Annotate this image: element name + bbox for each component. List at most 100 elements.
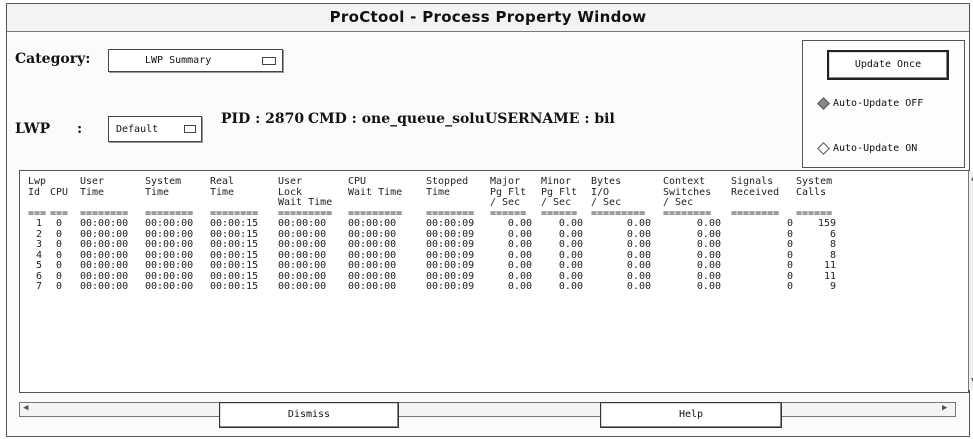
table-header-cell: User bbox=[278, 176, 303, 187]
lwp-table: Lwp User System Real User CPU Stopped Major Mino… bbox=[19, 170, 973, 393]
auto-update-on-radio[interactable]: Auto-Update ON bbox=[817, 142, 918, 155]
table-header-cell: Time bbox=[80, 186, 105, 198]
table-header-cell: CPU bbox=[348, 176, 367, 187]
table-cell: 00:00:00 bbox=[80, 281, 129, 292]
table-cell: 0 bbox=[55, 281, 62, 292]
table-cell: 3 bbox=[35, 239, 42, 250]
table-cell: 00:00:00 bbox=[278, 260, 327, 271]
table-cell: 00:00:15 bbox=[210, 239, 259, 250]
lwp-option-menu[interactable]: Default bbox=[108, 116, 202, 142]
table-cell: 00:00:00 bbox=[278, 239, 327, 250]
table-header-cell: CPU bbox=[50, 186, 69, 198]
table-cell: 0.00 bbox=[507, 218, 532, 229]
table-cell: 0.00 bbox=[696, 239, 721, 250]
table-header-cell: Id bbox=[28, 186, 41, 198]
table-header-cell: Context bbox=[663, 176, 706, 187]
table-cell: 0 bbox=[55, 260, 62, 271]
table-cell: 0 bbox=[786, 260, 793, 271]
table-cell: 0 bbox=[786, 281, 793, 292]
table-cell: 00:00:00 bbox=[145, 260, 194, 271]
table-cell: 00:00:09 bbox=[426, 260, 475, 271]
table-header-cell: Wait Time bbox=[348, 186, 403, 198]
table-header-cell: Wait Time bbox=[278, 197, 333, 208]
table-cell: 0 bbox=[786, 239, 793, 250]
table-cell: 0.00 bbox=[696, 281, 721, 292]
table-header-cell: System bbox=[796, 176, 833, 187]
table-cell: 00:00:00 bbox=[145, 281, 194, 292]
category-label: Category: bbox=[15, 51, 91, 67]
table-cell: 0.00 bbox=[507, 239, 532, 250]
table-header-cell: Major bbox=[490, 176, 521, 187]
table-cell: 5 bbox=[35, 260, 42, 271]
table-cell: 00:00:00 bbox=[145, 239, 194, 250]
table-header-cell: Lwp bbox=[28, 176, 47, 187]
lwp-value: Default bbox=[116, 123, 159, 135]
table-cell: 00:00:15 bbox=[210, 218, 259, 229]
process-property-window: ProCtool - Process Property Window Categ… bbox=[6, 3, 973, 437]
help-button[interactable]: Help bbox=[600, 402, 782, 428]
table-cell: 00:00:00 bbox=[278, 281, 327, 292]
lwp-colon: : bbox=[77, 121, 83, 137]
table-header-cell: System bbox=[145, 176, 182, 187]
table-header-cell: / Sec bbox=[490, 197, 521, 208]
horizontal-scrollbar[interactable]: ◀ ▶ bbox=[19, 402, 956, 417]
table-header-cell: Time bbox=[210, 186, 235, 198]
table-cell: 00:00:09 bbox=[426, 281, 475, 292]
vertical-scrollbar[interactable]: ▲ ▼ bbox=[968, 171, 973, 390]
table-header-cell: Real bbox=[210, 176, 235, 187]
table-cell: 0.00 bbox=[626, 281, 651, 292]
auto-update-off-radio[interactable]: Auto-Update OFF bbox=[817, 97, 924, 110]
table-cell: 0.00 bbox=[558, 239, 583, 250]
cmd-text: CMD : one_queue_solu bbox=[308, 111, 485, 127]
table-cell: 0.00 bbox=[626, 260, 651, 271]
category-value: LWP Summary bbox=[145, 55, 212, 66]
table-cell: 00:00:00 bbox=[348, 239, 397, 250]
table-cell: 0 bbox=[786, 218, 793, 229]
table-cell: 00:00:09 bbox=[426, 239, 475, 250]
table-header-cell: / Sec bbox=[663, 197, 694, 208]
table-header-cell: Stopped bbox=[426, 176, 469, 187]
table-header-cell: Bytes bbox=[591, 176, 622, 187]
radio-unselected-icon bbox=[817, 142, 830, 155]
category-option-menu[interactable]: LWP Summary bbox=[108, 49, 283, 72]
auto-update-on-label: Auto-Update ON bbox=[833, 143, 918, 154]
update-once-button[interactable]: Update Once bbox=[827, 50, 949, 80]
table-cell: 159 bbox=[817, 218, 836, 229]
table-cell: 00:00:00 bbox=[348, 281, 397, 292]
radio-selected-icon bbox=[817, 97, 830, 110]
option-menu-icon bbox=[262, 56, 276, 65]
table-cell: 0 bbox=[55, 218, 62, 229]
lwp-label: LWP bbox=[15, 121, 51, 137]
table-cell: 11 bbox=[823, 260, 836, 271]
table-cell: 0.00 bbox=[626, 239, 651, 250]
table-cell: 1 bbox=[35, 218, 42, 229]
auto-update-off-label: Auto-Update OFF bbox=[833, 98, 924, 109]
table-cell: 0.00 bbox=[558, 260, 583, 271]
table-cell: 0.00 bbox=[626, 218, 651, 229]
table-header-cell: / Sec bbox=[541, 197, 572, 208]
table-cell: 0.00 bbox=[558, 218, 583, 229]
window-title: ProCtool - Process Property Window bbox=[7, 4, 969, 32]
table-cell: 0 bbox=[786, 228, 793, 240]
table-cell: 0 bbox=[786, 249, 793, 261]
table-cell: 9 bbox=[829, 281, 836, 292]
table-header-cell: Time bbox=[426, 186, 451, 198]
dismiss-button[interactable]: Dismiss bbox=[219, 402, 399, 428]
arrow-left-icon[interactable]: ◀ bbox=[23, 403, 28, 413]
table-header-cell: Time bbox=[145, 186, 170, 198]
table-cell: 8 bbox=[829, 239, 836, 250]
table-cell: 0.00 bbox=[507, 281, 532, 292]
table-cell: 00:00:00 bbox=[80, 218, 129, 229]
table-cell: 00:00:15 bbox=[210, 260, 259, 271]
table-cell: 00:00:00 bbox=[348, 260, 397, 271]
table-cell: 0.00 bbox=[696, 218, 721, 229]
pid-text: PID : 2870 bbox=[221, 111, 305, 127]
table-header-cell: Received bbox=[731, 186, 780, 198]
table-cell: 00:00:09 bbox=[426, 218, 475, 229]
arrow-right-icon[interactable]: ▶ bbox=[942, 403, 947, 413]
table-header-cell: Minor bbox=[541, 176, 572, 187]
update-control-panel: Update Once Auto-Update OFF Auto-Update … bbox=[802, 40, 965, 168]
table-separator: ======== bbox=[731, 207, 780, 219]
table-cell: 0.00 bbox=[696, 260, 721, 271]
table-cell: 00:00:15 bbox=[210, 281, 259, 292]
